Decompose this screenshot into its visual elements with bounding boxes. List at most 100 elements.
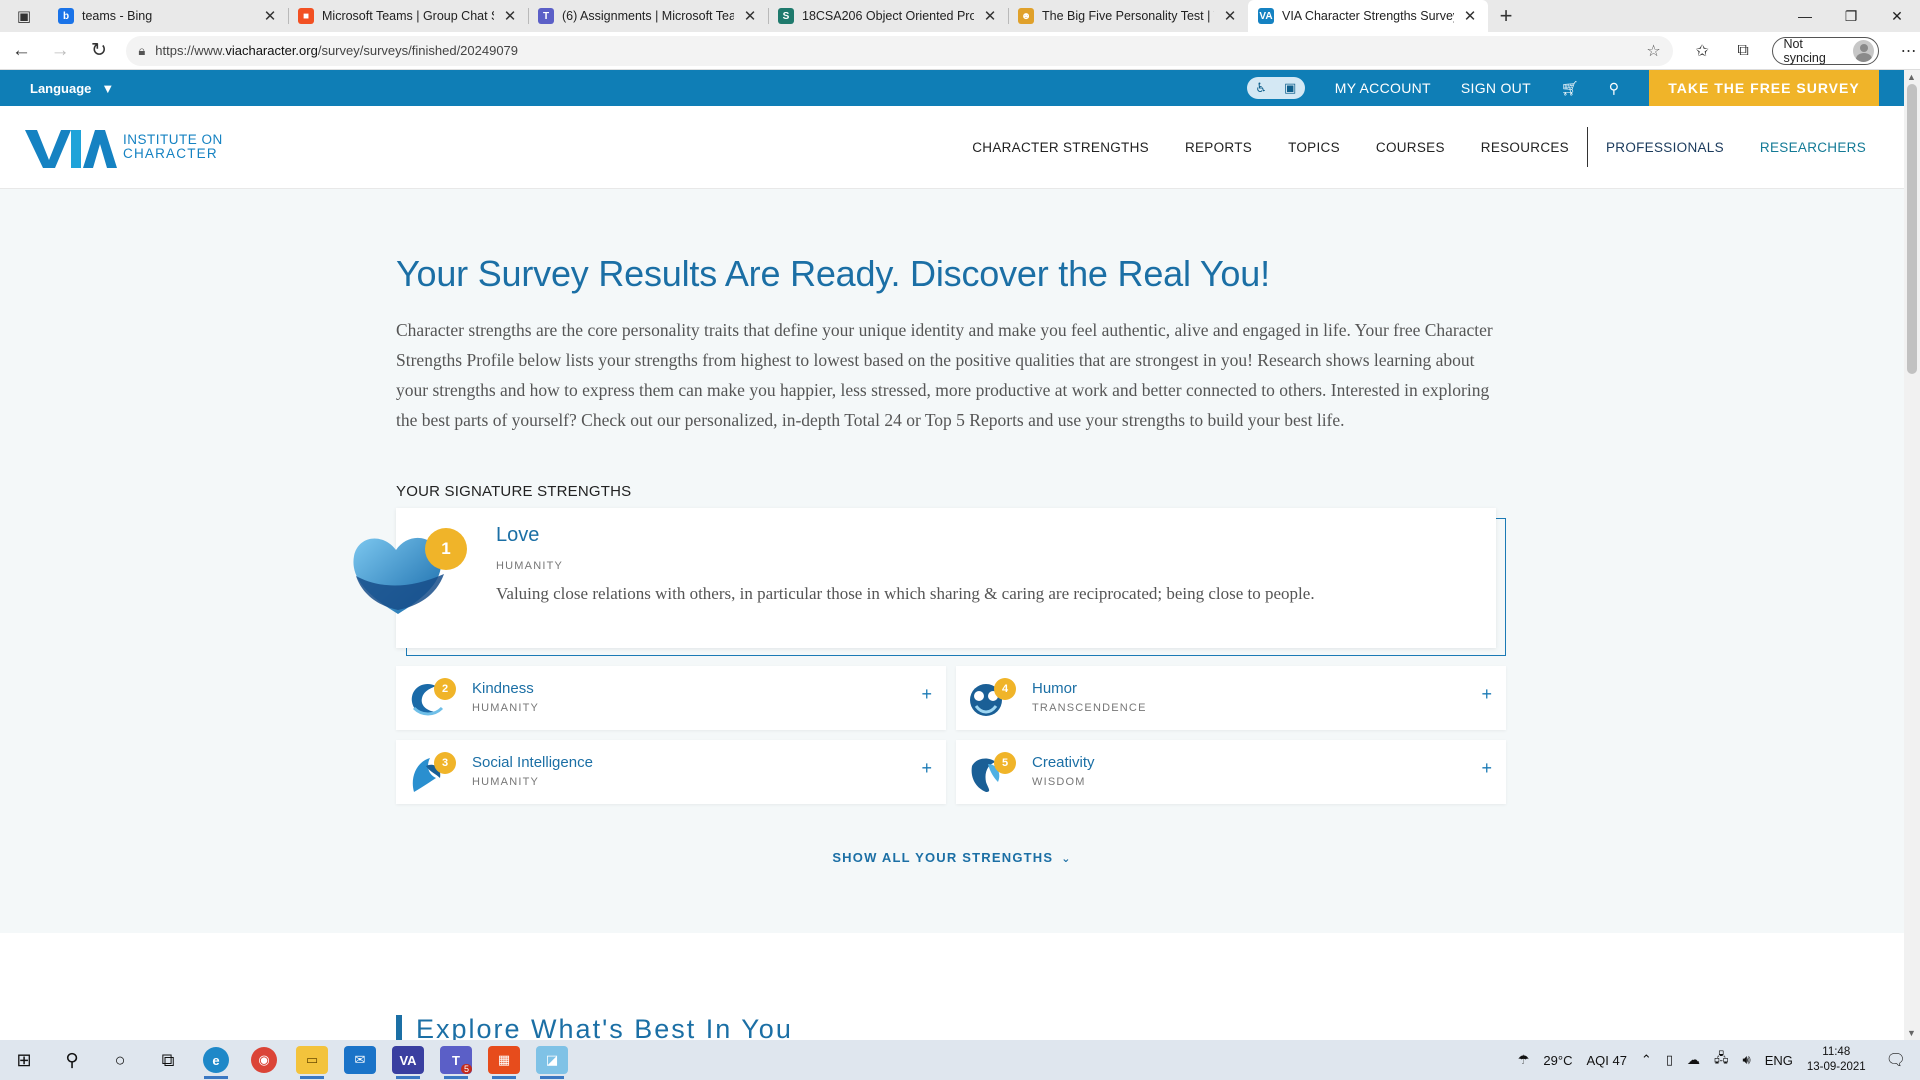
snip-app-icon[interactable]: ◪ [528, 1040, 576, 1080]
strength-virtue: WISDOM [1032, 776, 1086, 788]
task-view-icon[interactable]: ⧉ [144, 1040, 192, 1080]
lock-icon[interactable]: 🔒︎ [138, 43, 145, 59]
language-indicator[interactable]: ENG [1765, 1053, 1793, 1068]
notifications-icon[interactable]: 🗨︎ [1886, 1050, 1906, 1070]
browser-tab[interactable]: T (6) Assignments | Microsoft Tean ✕ [528, 0, 768, 32]
collections-icon[interactable]: ⧉ [1732, 42, 1755, 60]
cortana-icon[interactable]: ○ [96, 1040, 144, 1080]
strength-card-social-intelligence[interactable]: 3 Social Intelligence HUMANITY + [396, 740, 946, 804]
scroll-up-icon[interactable]: ▲ [1907, 72, 1916, 82]
sign-out-link[interactable]: SIGN OUT [1461, 80, 1531, 96]
tray-chevron-up-icon[interactable]: ⌃ [1641, 1052, 1652, 1068]
close-icon[interactable]: ✕ [1222, 7, 1238, 25]
minimize-icon[interactable]: — [1782, 0, 1828, 32]
aqi-label[interactable]: AQI 47 [1586, 1053, 1626, 1068]
profile-sync-button[interactable]: Not syncing [1772, 36, 1880, 65]
language-label: Language [30, 80, 92, 96]
strength-card-humor[interactable]: 4 Humor TRANSCENDENCE + [956, 666, 1506, 730]
teams-app-icon[interactable]: T5 [432, 1040, 480, 1080]
accessibility-icon[interactable]: ♿︎ ▣ [1246, 77, 1305, 99]
tab-favicon: T [538, 8, 554, 24]
top-strength-card[interactable]: 1 Love HUMANITY Valuing close relations … [353, 508, 1508, 656]
windows-taskbar: ⊞ ⚲ ○ ⧉ e ◉ ▭ ✉ VA T5 ▦ ◪ ☂ 29°C AQI 47 … [0, 1040, 1920, 1080]
refresh-icon[interactable]: ↻ [82, 36, 117, 66]
tab-favicon: ☻ [1018, 8, 1034, 24]
nav-professionals[interactable]: PROFESSIONALS [1606, 140, 1724, 155]
edge-app-icon[interactable]: e [192, 1040, 240, 1080]
browser-tab[interactable]: ☻ The Big Five Personality Test | Tru ✕ [1008, 0, 1248, 32]
window-controls: — ❐ ✕ [1782, 0, 1920, 32]
url-text[interactable]: https://www.viacharacter.org/survey/surv… [155, 43, 1636, 58]
network-icon[interactable]: 🖧︎ [1714, 1049, 1729, 1071]
expand-plus-icon[interactable]: + [1481, 758, 1492, 779]
nav-researchers[interactable]: RESEARCHERS [1760, 140, 1866, 155]
weather-temp[interactable]: 29°C [1543, 1053, 1572, 1068]
tab-title: teams - Bing [82, 9, 153, 23]
page-title: Your Survey Results Are Ready. Discover … [396, 253, 1270, 294]
restore-icon[interactable]: ❐ [1828, 0, 1874, 32]
nav-topics[interactable]: TOPICS [1288, 140, 1340, 155]
language-select[interactable]: Language ▼ [30, 81, 114, 96]
more-menu-icon[interactable]: ⋯ [1897, 41, 1920, 61]
browser-tab[interactable]: ■ Microsoft Teams | Group Chat Sc ✕ [288, 0, 528, 32]
windows-start-icon[interactable]: ⊞ [0, 1040, 48, 1080]
close-icon[interactable]: ✕ [502, 7, 518, 25]
nav-reports[interactable]: REPORTS [1185, 140, 1252, 155]
browser-tab-active[interactable]: VA VIA Character Strengths Survey F ✕ [1248, 0, 1488, 32]
weather-icon[interactable]: ☂ [1518, 1052, 1530, 1068]
strength-card-kindness[interactable]: 2 Kindness HUMANITY + [396, 666, 946, 730]
browser-tab[interactable]: S 18CSA206 Object Oriented Progr ✕ [768, 0, 1008, 32]
show-all-strengths-button[interactable]: SHOW ALL YOUR STRENGTHS ⌄ [396, 850, 1508, 865]
tab-favicon: S [778, 8, 794, 24]
tab-title: The Big Five Personality Test | Tru [1042, 9, 1214, 23]
search-icon[interactable]: ⚲ [48, 1040, 96, 1080]
new-tab-button[interactable]: + [1488, 0, 1524, 32]
expand-plus-icon[interactable]: + [1481, 684, 1492, 705]
tab-actions-icon[interactable]: ▣ [0, 0, 48, 32]
battery-icon[interactable]: ▯ [1666, 1052, 1673, 1068]
add-favorite-icon[interactable]: ☆ [1646, 41, 1660, 61]
logo-line-1: INSTITUTE ON [123, 132, 223, 147]
intro-paragraph: Character strengths are the core persona… [396, 320, 1493, 430]
favorites-icon[interactable]: ✩ [1691, 41, 1714, 61]
my-account-link[interactable]: MY ACCOUNT [1335, 80, 1431, 96]
browser-tab[interactable]: b teams - Bing ✕ [48, 0, 288, 32]
chrome-app-icon[interactable]: ◉ [240, 1040, 288, 1080]
office-app-icon[interactable]: ▦ [480, 1040, 528, 1080]
close-icon[interactable]: ✕ [982, 7, 998, 25]
clock[interactable]: 11:48 13-09-2021 [1807, 1045, 1866, 1075]
scroll-thumb[interactable] [1907, 84, 1917, 374]
volume-icon[interactable]: 🔊︎ [1742, 1052, 1750, 1068]
via-logo-mark [25, 130, 117, 168]
chevron-down-icon: ⌄ [1061, 853, 1072, 865]
take-survey-button[interactable]: TAKE THE FREE SURVEY [1649, 70, 1879, 106]
close-icon[interactable]: ✕ [1462, 7, 1478, 25]
close-icon[interactable]: ✕ [742, 7, 758, 25]
via-logo[interactable]: INSTITUTE ON CHARACTER [25, 124, 223, 170]
strength-card-creativity[interactable]: 5 Creativity WISDOM + [956, 740, 1506, 804]
close-icon[interactable]: ✕ [262, 7, 278, 25]
strengths-grid: 2 Kindness HUMANITY + 4 Humor TRANSCENDE… [396, 666, 1508, 804]
search-icon[interactable]: ⚲ [1609, 80, 1619, 97]
page-scrollbar[interactable]: ▲ ▼ [1904, 70, 1920, 1040]
caret-down-icon: ▼ [101, 80, 115, 96]
scroll-down-icon[interactable]: ▼ [1907, 1028, 1916, 1038]
rank-badge: 4 [994, 678, 1016, 700]
mail-app-icon[interactable]: ✉ [336, 1040, 384, 1080]
expand-plus-icon[interactable]: + [921, 758, 932, 779]
via-app-icon[interactable]: VA [384, 1040, 432, 1080]
url-field[interactable]: 🔒︎ https://www.viacharacter.org/survey/s… [126, 35, 1673, 66]
page-viewport: Language ▼ ♿︎ ▣ MY ACCOUNT SIGN OUT 🛒︎ ⚲ … [0, 70, 1904, 1040]
nav-resources[interactable]: RESOURCES [1481, 140, 1569, 155]
cloud-icon[interactable]: ☁ [1687, 1052, 1700, 1068]
forward-icon[interactable]: → [43, 36, 78, 66]
expand-plus-icon[interactable]: + [921, 684, 932, 705]
cart-icon[interactable]: 🛒︎ [1561, 80, 1579, 97]
nav-character-strengths[interactable]: CHARACTER STRENGTHS [972, 140, 1149, 155]
window-close-icon[interactable]: ✕ [1874, 0, 1920, 32]
tab-favicon: b [58, 8, 74, 24]
rank-badge: 2 [434, 678, 456, 700]
file-explorer-icon[interactable]: ▭ [288, 1040, 336, 1080]
back-icon[interactable]: ← [4, 36, 39, 66]
nav-courses[interactable]: COURSES [1376, 140, 1445, 155]
